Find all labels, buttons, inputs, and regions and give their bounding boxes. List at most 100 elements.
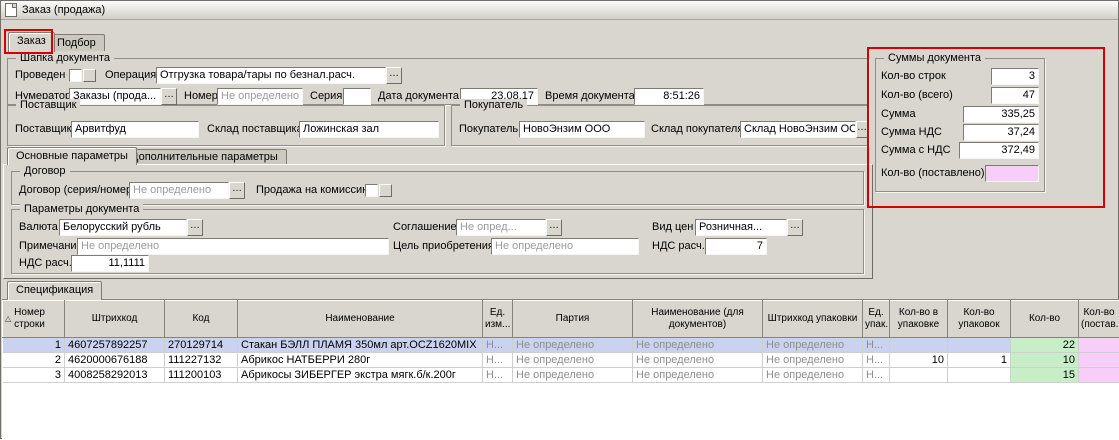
note-field[interactable]: Не определено (77, 238, 389, 255)
price-type-picker-button[interactable]: … (787, 219, 803, 236)
time-field[interactable]: 8:51:26 (634, 88, 704, 105)
table-cell[interactable] (1079, 368, 1119, 383)
table-cell[interactable]: 22 (1011, 338, 1079, 353)
table-row[interactable]: 1 4607257892257 270129714 Стакан БЭЛЛ ПЛ… (3, 338, 1119, 353)
table-cell[interactable] (948, 368, 1011, 383)
supplier-field[interactable]: Арвитфуд (71, 121, 199, 138)
group-document-sums-title: Суммы документа (884, 52, 985, 65)
table-cell[interactable]: Н... (483, 368, 513, 383)
vat-calc-field[interactable]: 7 (705, 238, 767, 255)
column-header[interactable]: Ед. изм... (483, 301, 513, 338)
vat-sum-field[interactable]: 37,24 (963, 124, 1039, 141)
column-header[interactable]: Штрихкод (65, 301, 165, 338)
series-field[interactable] (343, 88, 371, 105)
buyer-field[interactable]: НовоЭнзим ООО (519, 121, 645, 138)
currency-picker-button[interactable]: … (187, 219, 203, 236)
table-cell[interactable]: Не определено (633, 338, 763, 353)
table-cell[interactable]: Не определено (763, 353, 863, 368)
table-cell[interactable]: Не определено (513, 368, 633, 383)
contract-field[interactable]: Не определено (129, 182, 229, 199)
column-header[interactable]: Наименование (для документов) (633, 301, 763, 338)
table-cell[interactable]: Н... (863, 338, 890, 353)
table-cell[interactable]: 4607257892257 (65, 338, 165, 353)
buyer-warehouse-label: Склад покупателя (651, 121, 743, 138)
proveden-checkbox[interactable] (69, 69, 82, 82)
table-cell[interactable]: 1 (948, 353, 1011, 368)
tab-specification[interactable]: Спецификация (7, 281, 102, 300)
table-cell[interactable]: Абрикосы ЗИБЕРГЕР экстра мягк.б/к.200г (238, 368, 483, 383)
column-header[interactable]: Кол-во (постав... (1079, 301, 1119, 338)
table-cell[interactable]: Стакан БЭЛЛ ПЛАМЯ 350мл арт.OCZ1620MIX (238, 338, 483, 353)
table-cell[interactable]: Не определено (513, 353, 633, 368)
titlebar[interactable]: Заказ (продажа) (1, 1, 1118, 20)
table-cell[interactable]: Абрикос НАТБЕРРИ 280г (238, 353, 483, 368)
purpose-field[interactable]: Не определено (491, 238, 639, 255)
lines-count-field[interactable]: 3 (991, 68, 1039, 85)
table-cell[interactable]: 10 (1011, 353, 1079, 368)
column-header[interactable]: Наименование (238, 301, 483, 338)
table-cell[interactable]: 4620000676188 (65, 353, 165, 368)
buyer-warehouse-field[interactable]: Склад НовоЭнзим ООО (740, 121, 856, 138)
table-cell[interactable]: Н... (863, 353, 890, 368)
total-qty-field[interactable]: 47 (991, 87, 1039, 104)
agreement-picker-button[interactable]: … (546, 219, 562, 236)
table-cell[interactable] (1079, 353, 1119, 368)
commission-checkbox[interactable] (365, 184, 378, 197)
contract-picker-button[interactable]: … (229, 182, 245, 199)
column-header[interactable]: Кол-во в упаковке (890, 301, 948, 338)
table-cell[interactable]: 15 (1011, 368, 1079, 383)
column-header[interactable]: Кол-во упаковок (948, 301, 1011, 338)
operation-label: Операция (105, 67, 156, 84)
group-doc-params-title: Параметры документа (20, 203, 143, 216)
agreement-field[interactable]: Не опред... (456, 219, 546, 236)
table-cell[interactable]: Не определено (513, 338, 633, 353)
column-header[interactable]: Код (165, 301, 238, 338)
tab-podbor[interactable]: Подбор (48, 34, 105, 51)
number-field[interactable]: Не определено (217, 88, 303, 105)
table-cell[interactable]: Не определено (763, 338, 863, 353)
column-header[interactable]: Ед. упак... (863, 301, 890, 338)
column-header[interactable]: Кол-во (1011, 301, 1079, 338)
table-row[interactable]: 2 4620000676188 111227132 Абрикос НАТБЕР… (3, 353, 1119, 368)
operation-field[interactable]: Отгрузка товара/тары по безнал.расч. (156, 67, 386, 84)
column-header[interactable]: Партия (513, 301, 633, 338)
table-cell[interactable] (890, 368, 948, 383)
table-cell[interactable] (1079, 338, 1119, 353)
table-cell[interactable] (890, 338, 948, 353)
tab-zakaz[interactable]: Заказ (8, 32, 55, 52)
sum-field[interactable]: 335,25 (963, 106, 1039, 123)
table-cell[interactable]: 1 (3, 338, 65, 353)
buyer-warehouse-picker-button[interactable]: … (856, 121, 868, 138)
operation-picker-button[interactable]: … (386, 67, 402, 84)
numerator-picker-button[interactable]: … (161, 88, 177, 105)
table-cell[interactable]: 270129714 (165, 338, 238, 353)
table-cell[interactable]: 10 (890, 353, 948, 368)
proveden-modifier-button[interactable] (83, 69, 96, 82)
tab-main-params[interactable]: Основные параметры (7, 147, 137, 165)
table-cell[interactable]: 2 (3, 353, 65, 368)
table-cell[interactable]: 111200103 (165, 368, 238, 383)
tab-extra-params[interactable]: Дополнительные параметры (122, 149, 287, 164)
currency-field[interactable]: Белорусский рубль (59, 219, 187, 236)
column-header[interactable]: △Номер строки (3, 301, 65, 338)
document-icon (5, 3, 17, 17)
table-cell[interactable]: 3 (3, 368, 65, 383)
table-cell[interactable]: Не определено (633, 353, 763, 368)
table-cell[interactable] (948, 338, 1011, 353)
column-header[interactable]: Штрихкод упаковки (763, 301, 863, 338)
table-cell[interactable]: Не определено (633, 368, 763, 383)
price-type-field[interactable]: Розничная... (695, 219, 787, 236)
table-cell[interactable]: Не определено (763, 368, 863, 383)
delivered-qty-field[interactable] (985, 165, 1039, 182)
table-cell[interactable]: Н... (483, 353, 513, 368)
numerator-field[interactable]: Заказы (прода... (69, 88, 161, 105)
table-cell[interactable]: 4008258292013 (65, 368, 165, 383)
table-cell[interactable]: Н... (863, 368, 890, 383)
sum-with-vat-field[interactable]: 372,49 (959, 142, 1039, 159)
table-cell[interactable]: Н... (483, 338, 513, 353)
vat-calc2-field[interactable]: 11,1111 (71, 255, 149, 272)
table-row[interactable]: 3 4008258292013 111200103 Абрикосы ЗИБЕР… (3, 368, 1119, 383)
supplier-warehouse-field[interactable]: Ложинская зал (299, 121, 439, 138)
commission-modifier-button[interactable] (379, 184, 392, 197)
table-cell[interactable]: 111227132 (165, 353, 238, 368)
